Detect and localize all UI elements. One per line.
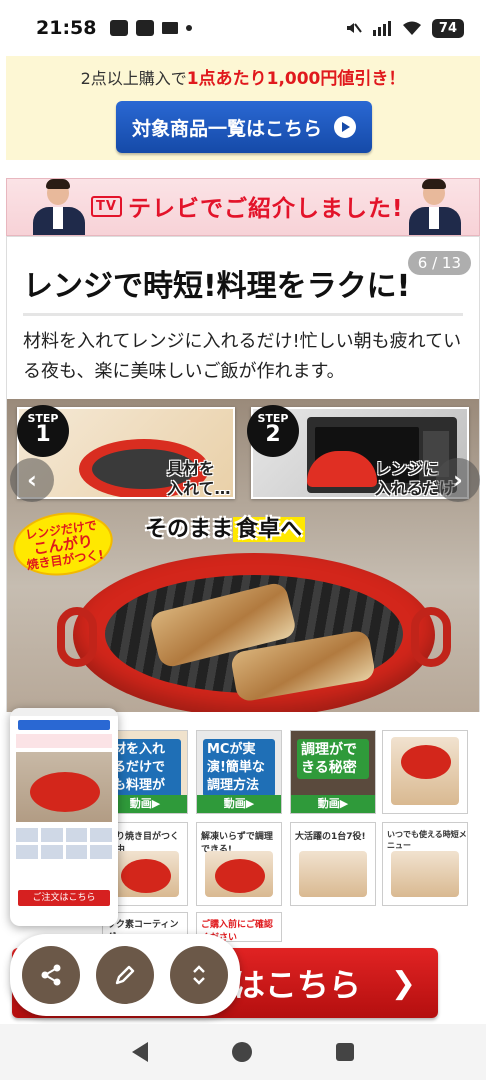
back-icon[interactable] [132, 1042, 148, 1062]
pencil-icon [115, 965, 135, 985]
tv-banner-text: テレビでご紹介しました! [127, 196, 404, 222]
play-circle-icon [334, 116, 356, 138]
grill-pan-image [57, 553, 451, 712]
chevron-left-icon: ‹ [27, 466, 37, 494]
serve-caption: そのまま 食卓へ [145, 511, 306, 543]
system-icons: 74 [344, 18, 464, 38]
thumbnail[interactable]: 調理ができる秘密 動画▶ [290, 730, 376, 814]
step2-badge: STEP 2 [247, 405, 299, 457]
thumbnail[interactable]: 大活躍の1台7役! [290, 822, 376, 906]
tv-banner-title: TV テレビでご紹介しました! [91, 189, 403, 223]
mail-icon [162, 22, 179, 34]
notification-icons [110, 20, 193, 36]
page-preview-thumbnail[interactable]: ご注文はこちら [10, 708, 118, 926]
status-bar: 21:58 74 [0, 0, 486, 56]
share-icon [41, 964, 61, 986]
battery-level: 74 [431, 18, 464, 38]
promo-banner: 2点以上購入で1点あたり1,000円値引き！ 対象商品一覧はこちら [6, 56, 480, 160]
floating-action-panel [10, 934, 240, 1016]
carousel-next-button[interactable]: › [436, 458, 480, 502]
carousel-prev-button[interactable]: ‹ [10, 458, 54, 502]
chevron-right-icon: › [453, 466, 463, 494]
expand-button[interactable] [170, 946, 228, 1004]
recents-icon[interactable] [336, 1043, 354, 1061]
promo-text-highlight: 1点あたり1,000円値引き！ [186, 69, 406, 89]
thumbnail[interactable]: 解凍いらずで調理できる! [196, 822, 282, 906]
presenter-image [403, 179, 467, 235]
promo-text: 2点以上購入で1点あたり1,000円値引き！ [6, 64, 480, 89]
slide-description: 材料を入れてレンジに入れるだけ!忙しい朝も疲れている夜も、楽に美味しいご飯が作れ… [23, 331, 462, 382]
edit-button[interactable] [96, 946, 154, 1004]
more-notifications-icon [186, 25, 193, 31]
expand-icon [193, 965, 205, 985]
mute-icon [346, 23, 362, 33]
chevron-right-icon: ❯ [390, 965, 416, 1001]
thumbnail[interactable] [382, 730, 468, 814]
feature-burst-badge: レンジだけで こんがり 焼き目がつく! [9, 506, 117, 582]
tv-tag: TV [91, 195, 122, 217]
divider [23, 313, 463, 316]
wifi-icon [402, 21, 421, 35]
app-notification-icon [136, 20, 155, 36]
target-products-button-label: 対象商品一覧はこちら [131, 117, 322, 140]
signal-icon [372, 21, 391, 36]
slide-counter: 6 / 13 [407, 251, 471, 275]
app-notification-icon [110, 20, 129, 36]
share-button[interactable] [22, 946, 80, 1004]
product-image-carousel[interactable]: レンジで時短!料理をラクに! 6 / 13 材料を入れてレンジに入れるだけ!忙し… [6, 236, 480, 712]
tv-featured-banner: TV テレビでご紹介しました! [6, 178, 480, 236]
system-navigation-bar [0, 1024, 486, 1080]
home-icon[interactable] [232, 1042, 252, 1062]
slide-headline: レンジで時短!料理をラクに! [23, 269, 411, 304]
step1-badge: STEP 1 [17, 405, 69, 457]
slide-image: 具材を 入れて… STEP 1 レンジに 入れるだけ STEP 2 そのまま 食卓へ レン… [7, 399, 479, 712]
target-products-button[interactable]: 対象商品一覧はこちら [116, 101, 372, 153]
preview-order-label: ご注文はこちら [18, 890, 110, 906]
promo-text-prefix: 2点以上購入で [80, 69, 187, 88]
clock: 21:58 [36, 17, 97, 39]
thumbnail[interactable]: MCが実演!簡単な調理方法 動画▶ [196, 730, 282, 814]
step1-caption: 具材を 入れて… [167, 459, 231, 498]
order-button-label: はこちら [232, 966, 361, 1004]
thumbnail[interactable]: いつでも使える時短メニュー [382, 822, 468, 906]
presenter-image [27, 179, 91, 235]
